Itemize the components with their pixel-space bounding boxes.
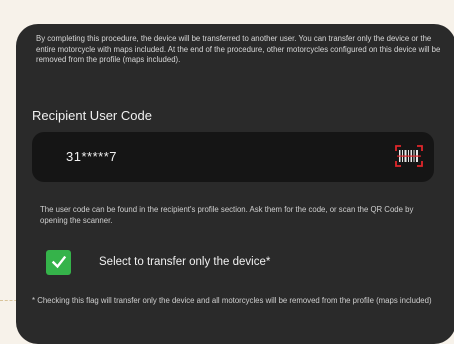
transfer-footnote: * Checking this flag will transfer only … (32, 296, 432, 305)
intro-text: By completing this procedure, the device… (36, 34, 441, 64)
recipient-code-value[interactable]: 31*****7 (66, 149, 117, 164)
recipient-code-title: Recipient User Code (32, 108, 152, 123)
transfer-only-device-checkbox[interactable] (46, 249, 71, 275)
transfer-only-device-label[interactable]: Select to transfer only the device* (99, 256, 270, 268)
recipient-code-field[interactable]: 31*****7 (32, 132, 434, 182)
transfer-only-device-option[interactable]: Select to transfer only the device* (46, 249, 270, 275)
recipient-code-hint: The user code can be found in the recipi… (40, 205, 414, 225)
transfer-device-screen: By completing this procedure, the device… (16, 24, 454, 344)
qr-scanner-icon[interactable] (394, 144, 424, 168)
checkmark-icon (51, 255, 66, 269)
